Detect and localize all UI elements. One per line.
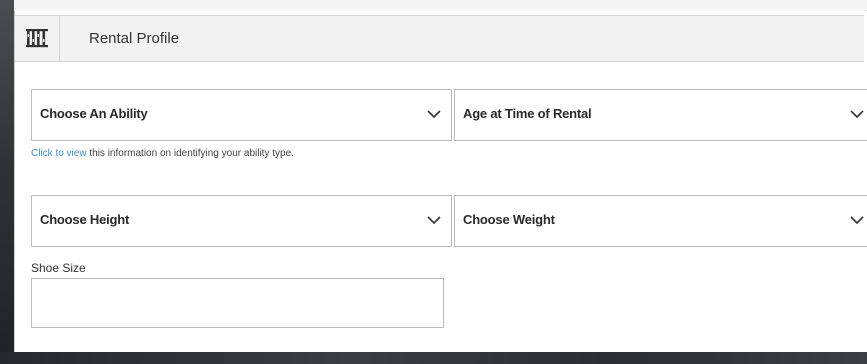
height-select-label: Choose Height bbox=[40, 212, 130, 227]
age-select-label: Age at Time of Rental bbox=[463, 106, 592, 121]
background-backdrop bbox=[0, 0, 14, 364]
panel-title: Rental Profile bbox=[89, 30, 180, 47]
ability-help-text: Click to view this information on identi… bbox=[31, 148, 294, 159]
chevron-down-icon bbox=[850, 216, 864, 225]
age-select[interactable]: Age at Time of Rental bbox=[454, 89, 867, 141]
ability-help-description: this information on identifying your abi… bbox=[86, 148, 294, 159]
weight-select-label: Choose Weight bbox=[463, 212, 555, 227]
panel-header: Rental Profile bbox=[15, 15, 864, 62]
ski-rack-icon bbox=[26, 29, 48, 48]
header-icon-box bbox=[15, 16, 60, 61]
chevron-down-icon bbox=[427, 216, 441, 225]
rental-profile-panel: Rental Profile Choose An Ability Age at … bbox=[14, 10, 867, 352]
height-select[interactable]: Choose Height bbox=[31, 195, 452, 247]
chevron-down-icon bbox=[850, 110, 864, 119]
ability-select-label: Choose An Ability bbox=[40, 106, 148, 121]
shoe-size-label: Shoe Size bbox=[31, 261, 86, 275]
ability-select[interactable]: Choose An Ability bbox=[31, 89, 452, 141]
background-backdrop-bottom bbox=[0, 352, 867, 364]
chevron-down-icon bbox=[427, 110, 441, 119]
shoe-size-input[interactable] bbox=[31, 278, 444, 328]
click-to-view-link[interactable]: Click to view bbox=[31, 148, 87, 159]
weight-select[interactable]: Choose Weight bbox=[454, 195, 867, 247]
